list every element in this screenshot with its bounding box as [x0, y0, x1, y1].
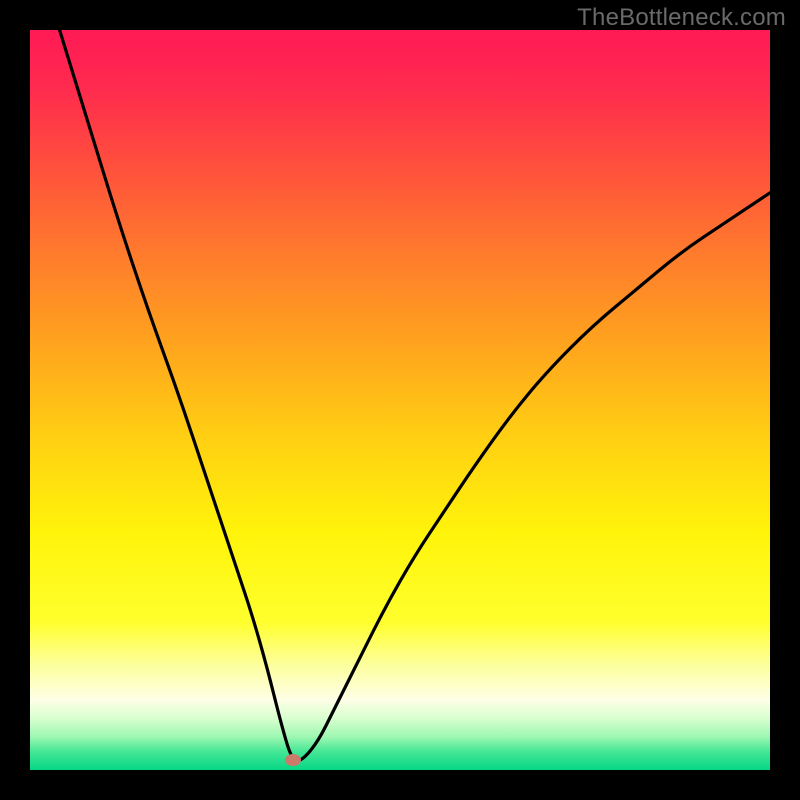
bottleneck-curve [30, 30, 770, 770]
plot-area [30, 30, 770, 770]
minimum-marker [285, 754, 301, 766]
watermark-text: TheBottleneck.com [577, 4, 786, 32]
chart-frame: TheBottleneck.com [0, 0, 800, 800]
